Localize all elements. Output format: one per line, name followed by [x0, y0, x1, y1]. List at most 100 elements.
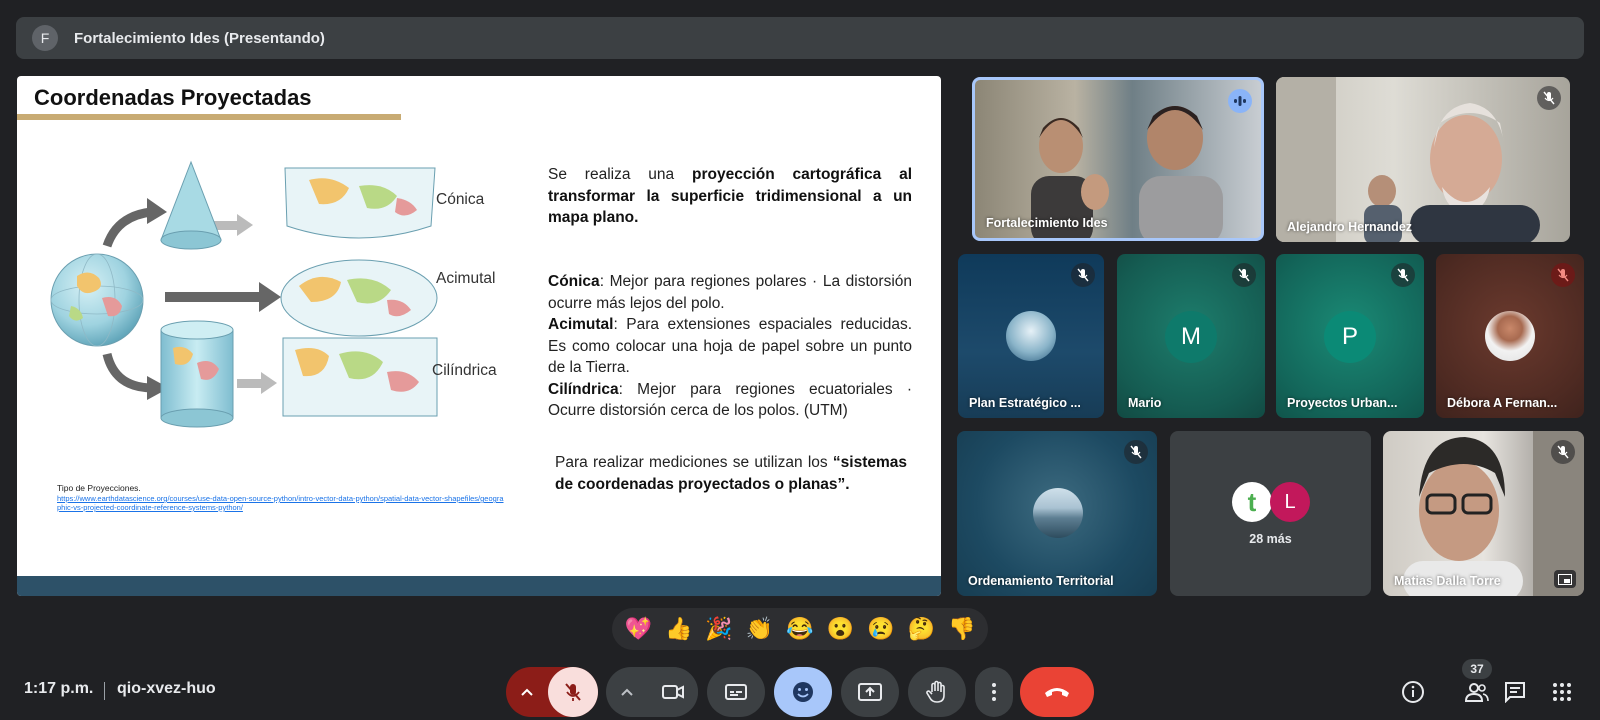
participant-name: Plan Estratégico ... [969, 396, 1081, 410]
measurement-paragraph: Para realizar mediciones se utilizan los… [555, 454, 907, 493]
info-icon [1402, 681, 1424, 703]
reaction-thumbs-down[interactable]: 👎 [944, 611, 980, 647]
camera-options-button[interactable] [606, 667, 648, 717]
participant-tile-plan-estrategico[interactable]: Plan Estratégico ... [958, 254, 1104, 418]
participant-tile-alejandro[interactable]: Alejandro Hernandez [1276, 77, 1570, 242]
presenter-avatar: F [32, 25, 58, 51]
cone-shape [160, 160, 222, 250]
cylindrical-map-shape [282, 337, 438, 417]
label-conica: Cónica [436, 191, 485, 208]
camera-toggle-button[interactable] [648, 667, 698, 717]
intro-paragraph: Se realiza una proyección cartográfica a… [548, 166, 912, 226]
presenter-title: Fortalecimiento Ides (Presentando) [74, 29, 325, 47]
presenter-bar[interactable]: F Fortalecimiento Ides (Presentando) [16, 17, 1584, 59]
people-count-badge: 37 [1462, 659, 1492, 679]
present-icon [858, 683, 882, 701]
overflow-letter-avatar: L [1270, 482, 1310, 522]
divider [104, 682, 105, 700]
participant-name: Fortalecimiento Ides [986, 216, 1108, 230]
cylinder-shape [160, 320, 234, 428]
reaction-thinking[interactable]: 🤔 [903, 611, 939, 647]
participant-name: Débora A Fernan... [1447, 396, 1558, 410]
meeting-code: qio-xvez-huo [117, 680, 216, 697]
mic-off-icon [565, 683, 581, 701]
captions-button[interactable] [707, 667, 765, 717]
reaction-thumbs-up[interactable]: 👍 [661, 611, 697, 647]
participant-name: Mario [1128, 396, 1162, 410]
reaction-party[interactable]: 🎉 [701, 611, 737, 647]
globe-shape [50, 253, 144, 347]
leave-call-button[interactable] [1020, 667, 1094, 717]
reaction-clap[interactable]: 👏 [742, 611, 778, 647]
participant-tile-mario[interactable]: M Mario [1117, 254, 1265, 418]
camera-control-group [606, 667, 698, 717]
label-acimutal: Acimutal [436, 270, 496, 287]
participant-tile-fortalecimiento[interactable]: Fortalecimiento Ides [972, 77, 1264, 241]
raise-hand-button[interactable] [908, 667, 966, 717]
participant-name: Alejandro Hernandez [1287, 220, 1413, 234]
participant-tile-debora[interactable]: Débora A Fernan... [1436, 254, 1584, 418]
presented-slide: Coordenadas Proyectadas Cónica Acimutal … [17, 76, 941, 596]
more-options-button[interactable] [975, 667, 1013, 717]
participant-name: Proyectos Urban... [1287, 396, 1398, 410]
mic-off-icon [1124, 440, 1148, 464]
mic-off-icon [1551, 440, 1575, 464]
overflow-logo-avatar: t [1232, 482, 1272, 522]
participant-tile-ordenamiento[interactable]: Ordenamiento Territorial [957, 431, 1157, 596]
projections-diagram [50, 160, 438, 428]
speaking-indicator-icon [1228, 89, 1252, 113]
debora-avatar [1485, 311, 1535, 361]
avatar: P [1324, 311, 1376, 363]
mic-off-icon [1551, 263, 1575, 287]
mic-off-icon [1071, 263, 1095, 287]
participant-tile-proyectos[interactable]: P Proyectos Urban... [1276, 254, 1424, 418]
label-cilindrica: Cilíndrica [432, 362, 497, 379]
slide-title-underline [17, 114, 401, 120]
slide-footer-bar [17, 576, 941, 596]
conic-map-shape [284, 167, 436, 239]
camera-icon [662, 685, 684, 699]
participant-tile-overflow[interactable]: t L 28 más [1170, 431, 1371, 596]
slide-title: Coordenadas Proyectadas [34, 85, 312, 110]
captions-icon [725, 684, 747, 700]
mic-off-icon [1537, 86, 1561, 110]
participant-tile-matias[interactable]: Matias Dalla Torre [1383, 431, 1584, 596]
mic-off-icon [1232, 263, 1256, 287]
reaction-surprised[interactable]: 😮 [822, 611, 858, 647]
video-feed-alejandro [1276, 77, 1540, 242]
ordenamiento-avatar [1033, 488, 1083, 538]
reactions-button[interactable] [774, 667, 832, 717]
plan-logo-avatar [1006, 311, 1056, 361]
source-link[interactable]: https://www.earthdatascience.org/courses… [57, 494, 507, 512]
mic-off-icon [1391, 263, 1415, 287]
meet-window: F Fortalecimiento Ides (Presentando) Coo… [0, 0, 1600, 720]
azimuthal-map-shape [280, 259, 438, 337]
hand-icon [926, 680, 945, 703]
participant-name: Matias Dalla Torre [1394, 574, 1501, 588]
apps-grid-icon [1553, 683, 1571, 701]
activities-button[interactable] [1547, 677, 1577, 707]
people-icon [1464, 683, 1489, 702]
people-button[interactable] [1462, 677, 1492, 707]
reaction-laugh[interactable]: 😂 [782, 611, 818, 647]
source-caption: Tipo de Proyecciones. [57, 483, 141, 493]
participant-name: Ordenamiento Territorial [968, 574, 1114, 588]
meeting-details-button[interactable] [1398, 677, 1428, 707]
chat-button[interactable] [1500, 677, 1530, 707]
emoji-icon [793, 682, 813, 702]
chat-icon [1505, 682, 1525, 703]
reactions-bar: 💖 👍 🎉 👏 😂 😮 😢 🤔 👎 [612, 608, 988, 650]
more-vert-icon [992, 683, 996, 701]
reaction-sad[interactable]: 😢 [863, 611, 899, 647]
picture-in-picture-icon[interactable] [1554, 570, 1576, 588]
mic-control-group [506, 667, 598, 717]
present-screen-button[interactable] [841, 667, 899, 717]
reaction-heart[interactable]: 💖 [620, 611, 656, 647]
mic-options-button[interactable] [506, 667, 548, 717]
end-call-icon [1045, 688, 1069, 697]
avatar: M [1165, 311, 1217, 363]
projection-types-paragraph: Cónica: Mejor para regiones polares · La… [548, 273, 912, 419]
overflow-count: 28 más [1249, 532, 1292, 546]
clock: 1:17 p.m. [24, 680, 94, 697]
mic-toggle-button[interactable] [548, 667, 598, 717]
